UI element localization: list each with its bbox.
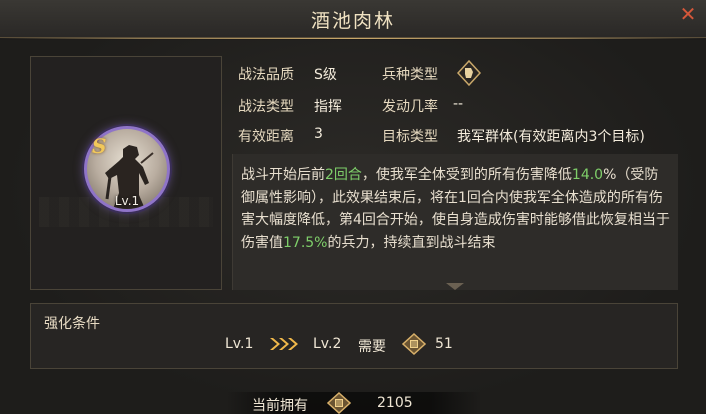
type-label: 战法类型 xyxy=(238,99,294,115)
range-value: 3 xyxy=(314,126,323,142)
skill-grade-badge: S xyxy=(92,134,107,158)
quality-value: S级 xyxy=(314,67,337,83)
quality-label: 战法品质 xyxy=(238,67,294,83)
owned-label: 当前拥有 xyxy=(252,398,308,414)
scroll-down-indicator-icon xyxy=(446,283,464,290)
troop-type-icon xyxy=(457,60,481,86)
enhance-need-value: 51 xyxy=(435,336,453,352)
skill-description: 战斗开始后前2回合，使我军全体受到的所有伤害降低14.0%（受防御属性影响），此… xyxy=(232,154,678,290)
enhance-title: 强化条件 xyxy=(44,316,100,332)
skill-level-badge: Lv.1 xyxy=(114,194,140,208)
troop-type-label: 兵种类型 xyxy=(382,67,438,83)
target-type-value: 我军群体(有效距离内3个目标) xyxy=(457,129,645,145)
enhance-from-level: Lv.1 xyxy=(225,336,254,352)
enhance-to-level: Lv.2 xyxy=(313,336,342,352)
desc-text-2: ，使我军全体受到的所有伤害降低 xyxy=(361,167,572,183)
type-value: 指挥 xyxy=(314,99,342,115)
close-icon[interactable]: ✕ xyxy=(676,2,700,26)
triple-chevron-right-icon xyxy=(270,338,298,350)
desc-text-1: 战斗开始后前 xyxy=(241,167,325,183)
target-type-label: 目标类型 xyxy=(382,129,438,145)
skill-point-coin-icon xyxy=(402,333,426,355)
owned-value: 2105 xyxy=(377,395,413,411)
page-title: 酒池肉林 xyxy=(310,10,395,32)
desc-highlight-rounds: 2回合 xyxy=(325,167,362,183)
trigger-rate-value: -- xyxy=(453,96,464,112)
desc-highlight-heal: 17.5% xyxy=(283,234,328,251)
enhance-need-label: 需要 xyxy=(358,339,386,355)
range-label: 有效距离 xyxy=(238,129,294,145)
title-bar: 酒池肉林 ✕ xyxy=(0,0,706,39)
trigger-rate-label: 发动几率 xyxy=(382,99,438,115)
owned-coin-icon xyxy=(327,392,351,414)
enhance-conditions-panel xyxy=(30,303,678,369)
desc-text-4: 的兵力，持续直到战斗结束 xyxy=(327,234,496,251)
desc-highlight-reduction: 14.0 xyxy=(571,167,604,183)
